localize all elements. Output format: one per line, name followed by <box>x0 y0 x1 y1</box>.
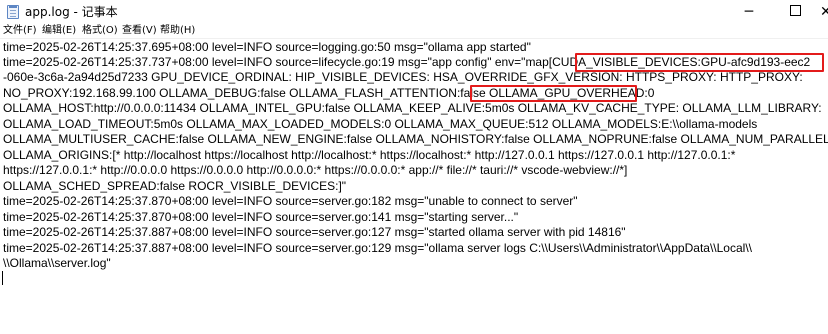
cuda-visible-devices-highlight <box>575 53 824 72</box>
notepad-icon <box>7 5 19 19</box>
log-line: -060e-3c6a-2a94d25d7233 GPU_DEVICE_ORDIN… <box>3 70 803 84</box>
log-line: OLLAMA_SCHED_SPREAD:false ROCR_VISIBLE_D… <box>3 179 347 193</box>
menu-edit[interactable]: 编辑(E) <box>42 24 76 38</box>
maximize-button[interactable] <box>772 0 818 24</box>
log-line: time=2025-02-26T14:25:37.695+08:00 level… <box>3 40 531 54</box>
gpu-overhead-highlight <box>470 85 637 102</box>
log-line: time=2025-02-26T14:25:37.870+08:00 level… <box>3 210 519 224</box>
log-line: https://127.0.0.1:* http://0.0.0.0 https… <box>3 163 628 177</box>
maximize-icon <box>789 5 801 16</box>
log-line: time=2025-02-26T14:25:37.887+08:00 level… <box>3 225 626 239</box>
title-bar[interactable]: app.log - 记事本 ─ ✕ <box>0 0 828 24</box>
log-line: \\Ollama\\server.log" <box>3 256 111 270</box>
menu-view[interactable]: 查看(V) <box>122 24 157 38</box>
menu-file[interactable]: 文件(F) <box>3 24 37 38</box>
text-caret <box>2 271 3 285</box>
text-editor[interactable]: time=2025-02-26T14:25:37.695+08:00 level… <box>0 38 828 334</box>
close-button[interactable]: ✕ <box>814 0 828 24</box>
log-line: time=2025-02-26T14:25:37.870+08:00 level… <box>3 194 578 208</box>
menu-format[interactable]: 格式(O) <box>82 24 118 38</box>
log-line: OLLAMA_HOST:http://0.0.0.0:11434 OLLAMA_… <box>3 101 822 115</box>
log-line: OLLAMA_LOAD_TIMEOUT:5m0s OLLAMA_MAX_LOAD… <box>3 117 758 131</box>
log-line: OLLAMA_ORIGINS:[* http://localhost https… <box>3 148 736 162</box>
log-line: OLLAMA_MULTIUSER_CACHE:false OLLAMA_NEW_… <box>3 132 828 146</box>
menu-bar: 文件(F) 编辑(E) 格式(O) 查看(V) 帮助(H) <box>0 24 828 38</box>
window-title: app.log - 记事本 <box>25 5 118 19</box>
log-line: time=2025-02-26T14:25:37.887+08:00 level… <box>3 241 752 255</box>
minimize-button[interactable]: ─ <box>726 0 772 24</box>
menu-help[interactable]: 帮助(H) <box>160 24 195 38</box>
